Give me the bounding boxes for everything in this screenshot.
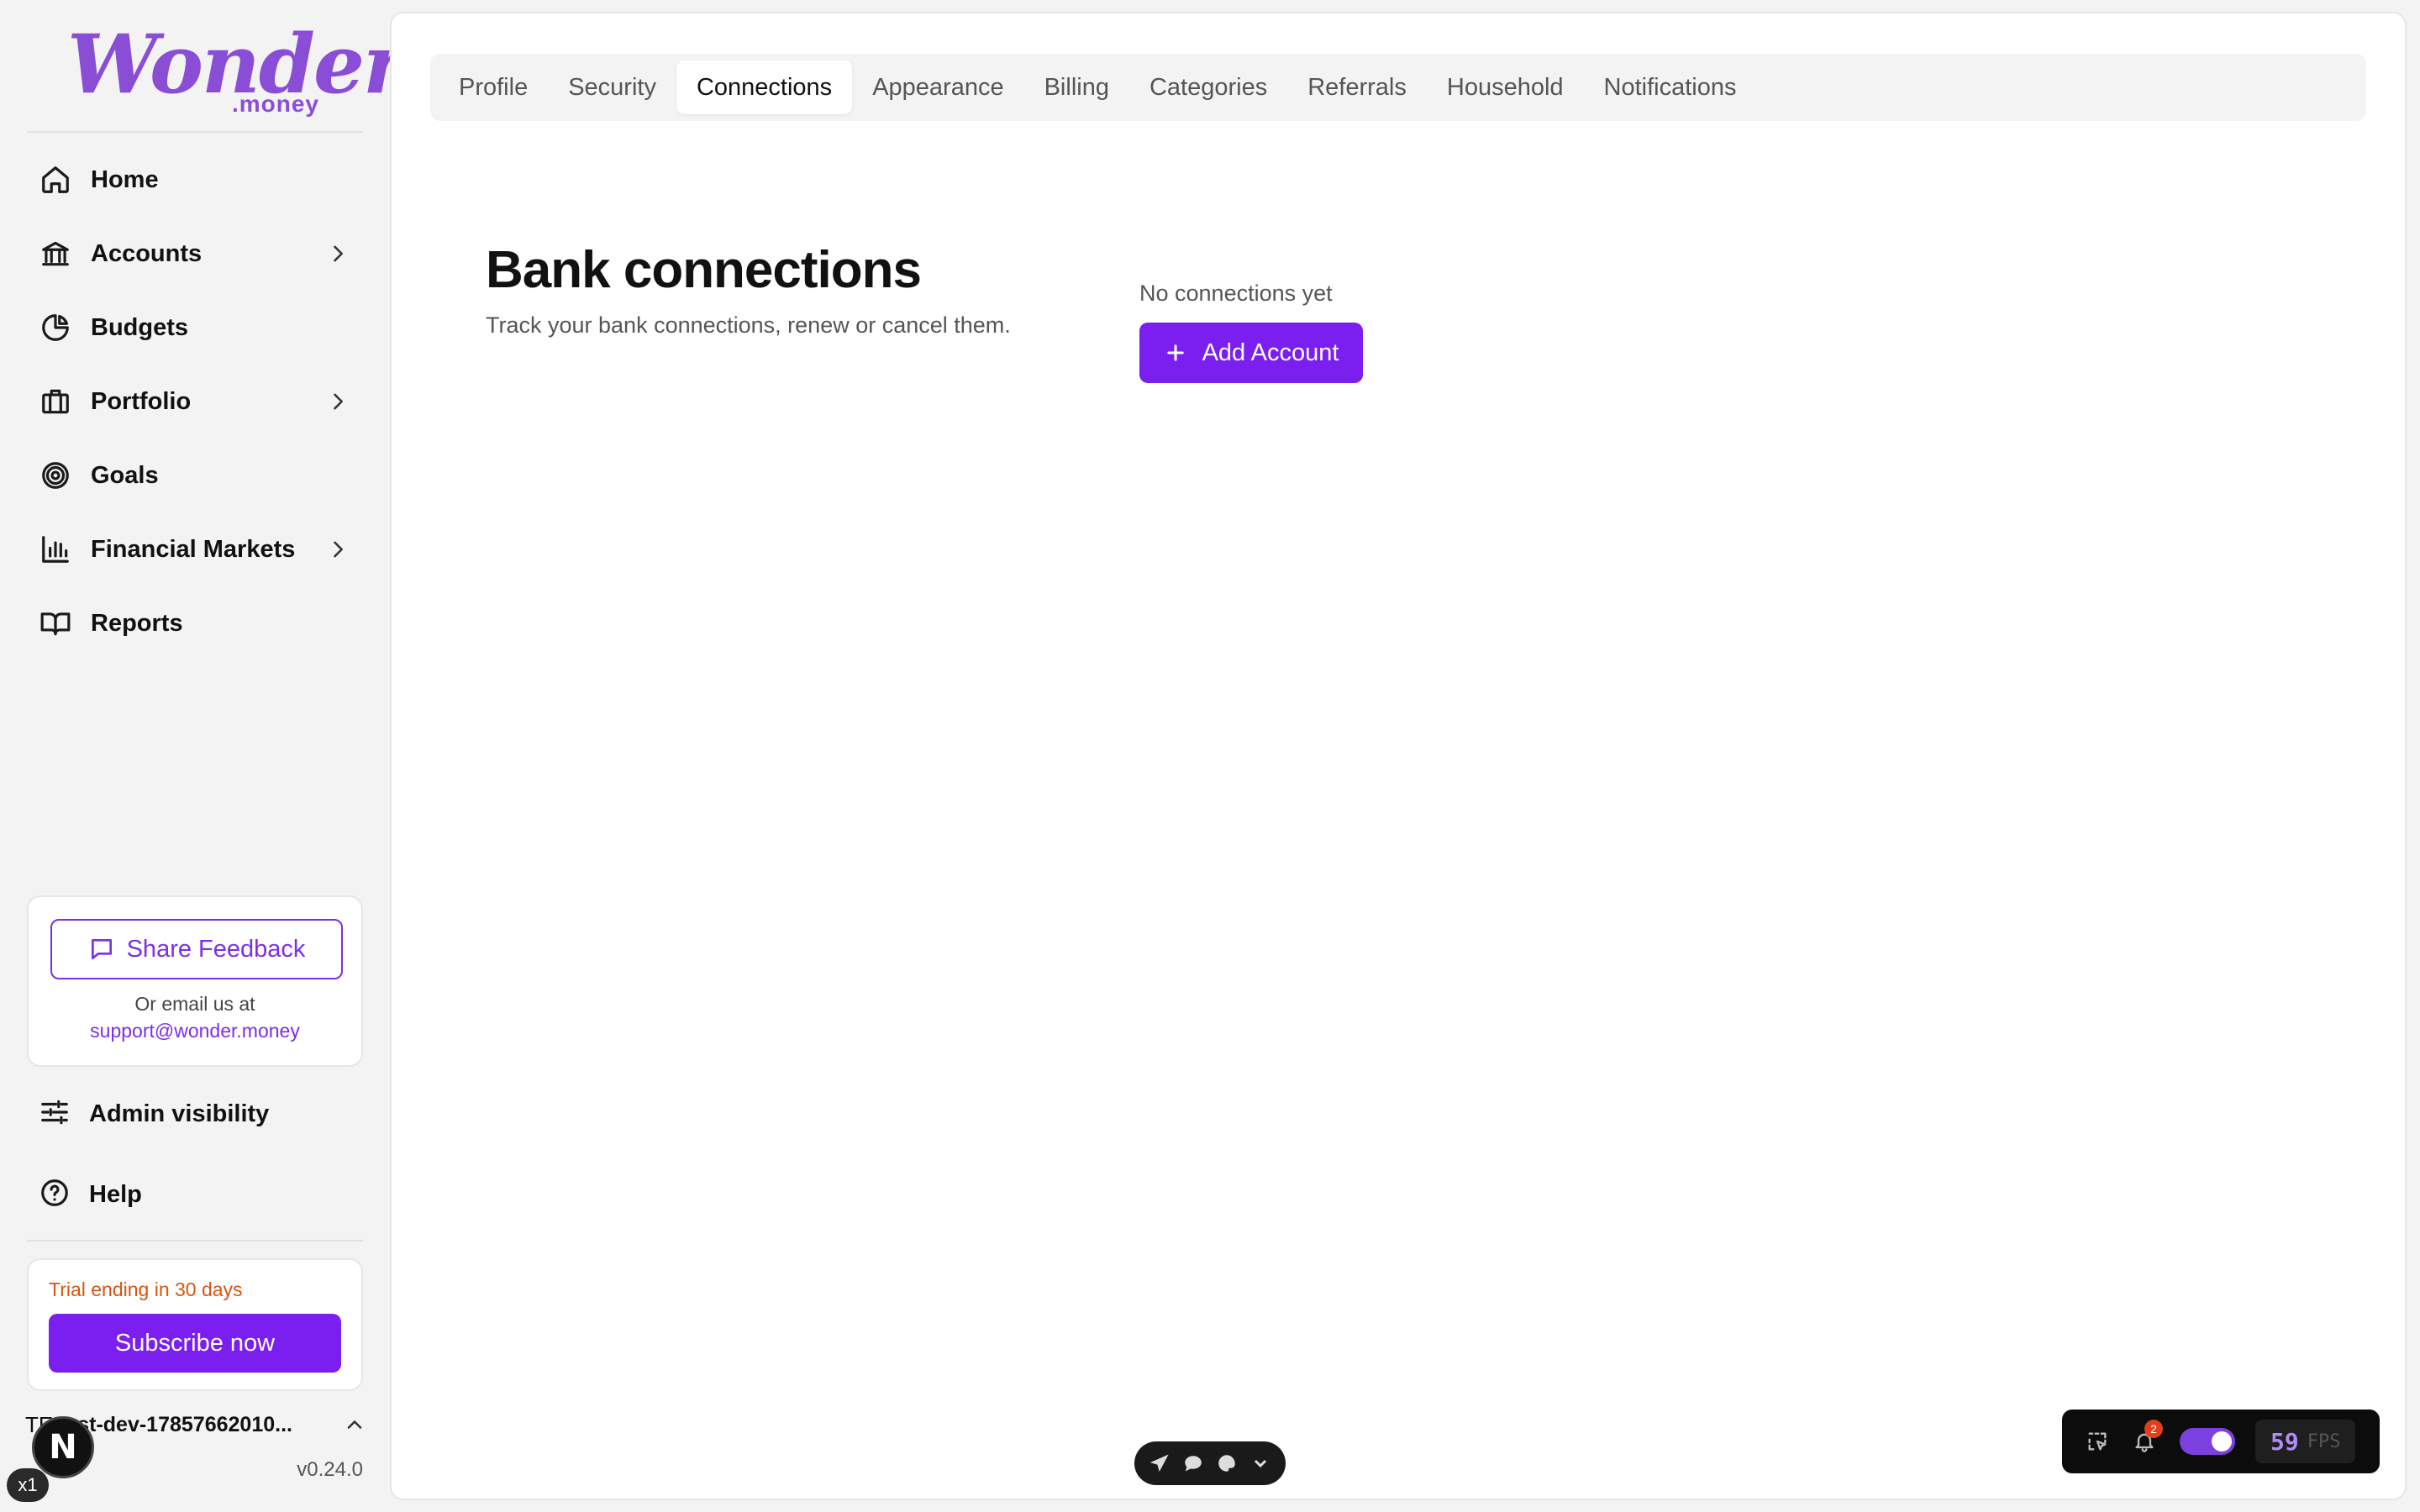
select-element-icon[interactable]: [2074, 1418, 2121, 1465]
send-icon[interactable]: [1147, 1451, 1172, 1476]
tab-categories[interactable]: Categories: [1129, 60, 1287, 114]
sidebar-item-portfolio[interactable]: Portfolio: [27, 365, 363, 438]
book-icon: [39, 606, 72, 640]
sidebar-divider: [27, 131, 363, 133]
sidebar-nav: Home Accounts Budgets Portfolio Goals Fi…: [27, 143, 363, 660]
bell-icon[interactable]: 2: [2121, 1418, 2168, 1465]
sidebar-item-financial-markets[interactable]: Financial Markets: [27, 512, 363, 586]
chevron-right-icon[interactable]: [321, 533, 355, 566]
sidebar-item-label: Financial Markets: [91, 535, 296, 563]
target-icon: [39, 459, 72, 492]
sidebar-item-reports[interactable]: Reports: [27, 586, 363, 660]
sidebar: Wonder .money Home Accounts Budgets Port…: [0, 0, 406, 1512]
add-account-button[interactable]: Add Account: [1139, 323, 1363, 383]
sidebar-item-accounts[interactable]: Accounts: [27, 217, 363, 291]
tab-profile[interactable]: Profile: [439, 60, 548, 114]
home-icon: [39, 163, 72, 197]
sidebar-item-label: Goals: [91, 461, 159, 489]
zoom-level-badge: x1: [7, 1468, 49, 1502]
fps-value: 59: [2270, 1427, 2299, 1456]
tab-connections[interactable]: Connections: [676, 60, 853, 114]
logo-suffix: .money: [231, 91, 319, 117]
sidebar-item-home[interactable]: Home: [27, 143, 363, 217]
fps-label: FPS: [2307, 1431, 2341, 1452]
tab-referrals[interactable]: Referrals: [1287, 60, 1427, 114]
support-email-link[interactable]: support@wonder.money: [29, 1020, 361, 1042]
help-item[interactable]: Help: [39, 1161, 142, 1228]
subscribe-now-button[interactable]: Subscribe now: [49, 1314, 341, 1373]
bar-chart-icon: [39, 533, 72, 566]
nextjs-dev-badge[interactable]: N: [32, 1416, 94, 1478]
trial-ending-text: Trial ending in 30 days: [49, 1278, 243, 1300]
pie-chart-icon: [39, 311, 72, 344]
sidebar-item-budgets[interactable]: Budgets: [27, 291, 363, 365]
feedback-toolbar: [1134, 1441, 1286, 1485]
wonder-logo[interactable]: Wonder .money: [67, 18, 406, 119]
sidebar-item-label: Portfolio: [91, 387, 192, 415]
briefcase-icon: [39, 385, 72, 418]
settings-tabs: Profile Security Connections Appearance …: [430, 54, 2366, 121]
fps-meter: 59 FPS: [2255, 1420, 2356, 1463]
sidebar-divider: [27, 1240, 363, 1242]
page-subtitle: Track your bank connections, renew or ca…: [486, 312, 1011, 338]
chevron-down-icon[interactable]: [1248, 1451, 1273, 1476]
chevron-right-icon[interactable]: [321, 385, 355, 418]
help-label: Help: [89, 1180, 142, 1208]
tab-household[interactable]: Household: [1427, 60, 1584, 114]
plus-icon: [1166, 344, 1184, 361]
tab-security[interactable]: Security: [548, 60, 676, 114]
chevron-right-icon[interactable]: [321, 237, 355, 270]
sidebar-item-goals[interactable]: Goals: [27, 438, 363, 512]
sidebar-item-label: Reports: [91, 609, 183, 637]
help-circle-icon: [39, 1177, 71, 1213]
dev-toggle[interactable]: [2180, 1428, 2235, 1455]
admin-visibility-label: Admin visibility: [89, 1100, 270, 1127]
user-name: test-dev-17857662010...: [59, 1412, 292, 1436]
sliders-icon: [39, 1096, 71, 1132]
sidebar-item-label: Budgets: [91, 313, 188, 341]
share-feedback-label: Share Feedback: [126, 935, 306, 963]
bank-icon: [39, 237, 72, 270]
page-title: Bank connections: [486, 241, 922, 299]
add-account-label: Add Account: [1202, 339, 1339, 366]
feedback-or-text: Or email us at: [134, 993, 255, 1015]
notification-count-badge: 2: [2144, 1420, 2163, 1438]
palette-icon[interactable]: [1214, 1451, 1239, 1476]
sidebar-item-label: Home: [91, 165, 159, 193]
chevron-up-icon[interactable]: [339, 1410, 370, 1440]
app-version: v0.24.0: [297, 1458, 363, 1481]
admin-visibility-item[interactable]: Admin visibility: [39, 1080, 269, 1147]
toggle-knob: [2212, 1431, 2232, 1452]
trial-card: Trial ending in 30 days Subscribe now: [27, 1258, 363, 1391]
share-feedback-button[interactable]: Share Feedback: [50, 919, 343, 979]
sidebar-item-label: Accounts: [91, 239, 203, 267]
tab-notifications[interactable]: Notifications: [1584, 60, 1757, 114]
message-square-icon: [91, 939, 112, 959]
feedback-card: Share Feedback Or email us at support@wo…: [27, 895, 363, 1067]
tab-appearance[interactable]: Appearance: [852, 60, 1023, 114]
tab-billing[interactable]: Billing: [1024, 60, 1129, 114]
main-panel: Profile Security Connections Appearance …: [390, 12, 2407, 1500]
dev-tools-panel: 2 59 FPS: [2062, 1410, 2380, 1473]
comment-icon[interactable]: [1181, 1451, 1206, 1476]
empty-state-text: No connections yet: [1139, 281, 1333, 306]
